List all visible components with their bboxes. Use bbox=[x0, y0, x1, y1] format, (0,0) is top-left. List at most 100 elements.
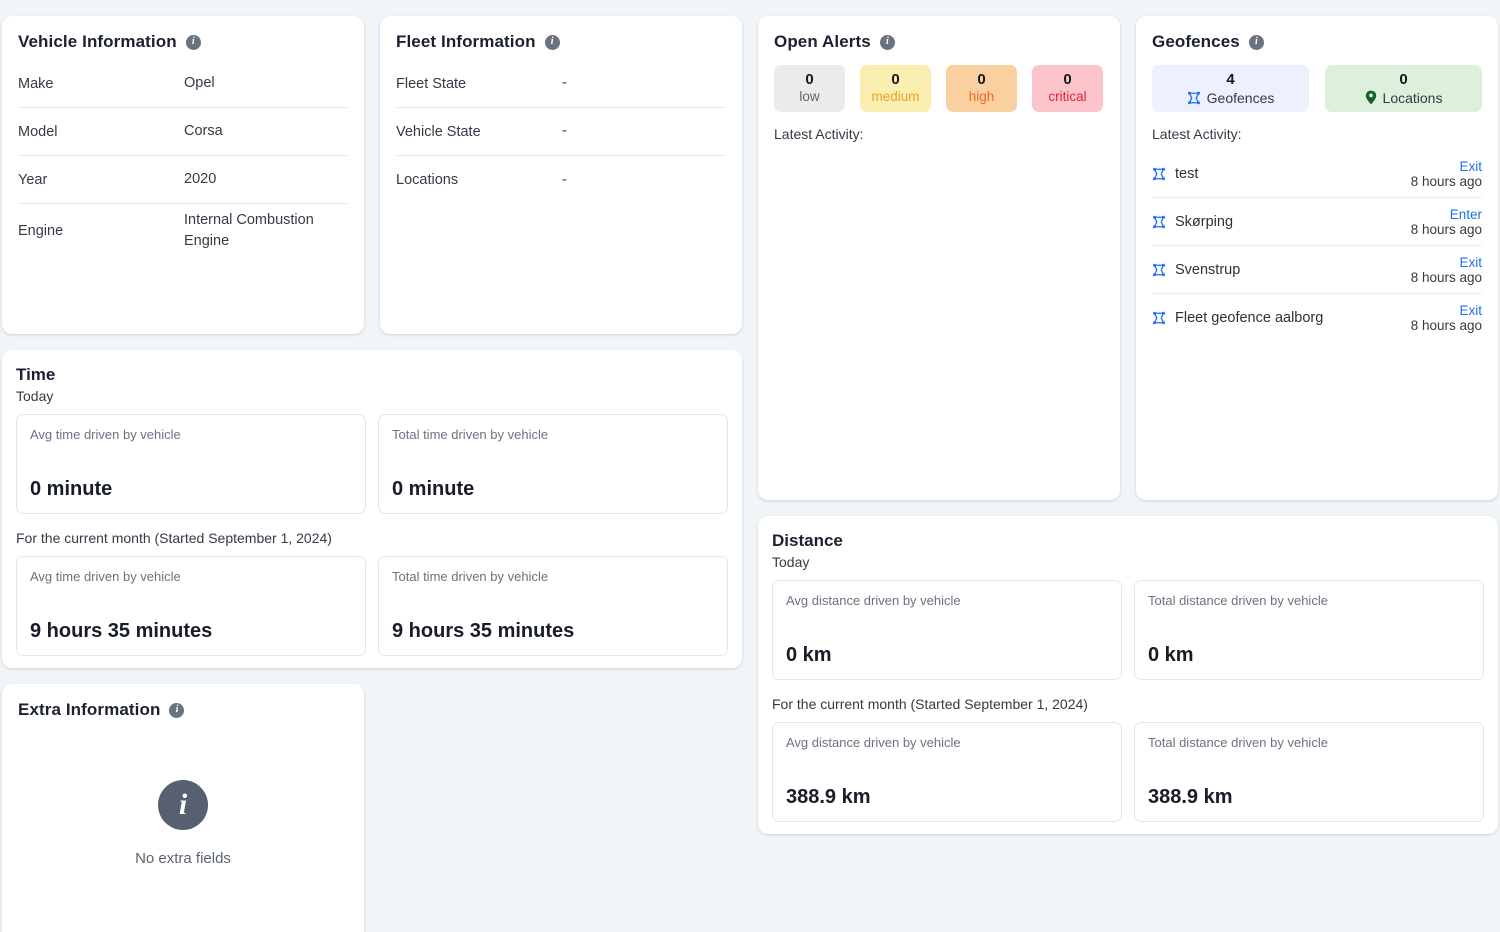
status-badge-critical[interactable]: 0 critical bbox=[1032, 65, 1103, 112]
geofence-timestamp: 8 hours ago bbox=[1410, 269, 1482, 285]
row-label: Year bbox=[18, 171, 48, 188]
stat-label: Total time driven by vehicle bbox=[392, 569, 549, 584]
row-label: Locations bbox=[396, 172, 459, 188]
stat-label: Total distance driven by vehicle bbox=[1148, 593, 1328, 608]
badge-label: high bbox=[968, 88, 995, 104]
geofence-item-name-wrap: test bbox=[1152, 166, 1411, 182]
info-icon[interactable]: i bbox=[879, 34, 895, 50]
stat-label: Avg time driven by vehicle bbox=[30, 427, 181, 442]
locations-tile-label: Locations bbox=[1382, 89, 1443, 106]
geofence-item-meta: Exit 8 hours ago bbox=[1411, 255, 1482, 285]
row-value: Internal Combustion Engine bbox=[184, 212, 314, 249]
geofence-icon bbox=[1152, 263, 1166, 277]
info-icon[interactable]: i bbox=[169, 702, 185, 718]
geofences-count-tile[interactable]: 4 Geofences bbox=[1152, 65, 1309, 112]
open-alerts-latest-activity-label: Latest Activity: bbox=[774, 126, 864, 142]
distance-title: Distance bbox=[772, 531, 843, 550]
stat-avg-distance-month: Avg distance driven by vehicle 388.9 km bbox=[772, 722, 1122, 822]
row-value: - bbox=[562, 75, 567, 91]
stat-total-time-month: Total time driven by vehicle 9 hours 35 … bbox=[378, 556, 728, 656]
badge-count: 0 bbox=[891, 71, 900, 89]
table-row: Vehicle State - bbox=[396, 108, 726, 156]
geofences-title: Geofences bbox=[1152, 32, 1240, 51]
badge-label: low bbox=[799, 88, 820, 104]
open-alerts-header: Open Alerts i bbox=[774, 32, 1104, 52]
list-item[interactable]: Svenstrup Exit 8 hours ago bbox=[1152, 246, 1482, 294]
locations-tile-label-wrap: Locations bbox=[1365, 89, 1443, 106]
row-value: - bbox=[562, 171, 567, 188]
table-row: Engine Internal Combustion Engine bbox=[18, 204, 348, 258]
badge-count: 0 bbox=[805, 71, 814, 89]
row-value: Corsa bbox=[184, 123, 223, 139]
geofence-item-meta: Enter 8 hours ago bbox=[1411, 207, 1482, 237]
geofence-item-meta: Exit 8 hours ago bbox=[1411, 159, 1482, 189]
row-label: Make bbox=[18, 75, 54, 92]
info-icon[interactable]: i bbox=[185, 34, 201, 50]
stat-value: 0 minute bbox=[392, 478, 475, 500]
geofences-card: Geofences i 4 Geofences 0 Locations Late… bbox=[1136, 16, 1498, 500]
map-pin-icon bbox=[1365, 90, 1377, 105]
time-month-stats: Avg time driven by vehicle 9 hours 35 mi… bbox=[16, 556, 728, 656]
stat-label: Avg time driven by vehicle bbox=[30, 569, 181, 584]
locations-count-tile[interactable]: 0 Locations bbox=[1325, 65, 1482, 112]
distance-month-label: For the current month (Started September… bbox=[772, 696, 1088, 712]
list-item[interactable]: Skørping Enter 8 hours ago bbox=[1152, 198, 1482, 246]
page-title: Vehicle Information bbox=[18, 32, 177, 51]
stat-value: 0 km bbox=[1148, 644, 1194, 666]
info-icon[interactable]: i bbox=[1248, 34, 1264, 50]
extra-information-card: Extra Information i i No extra fields bbox=[2, 684, 364, 932]
row-label: Vehicle State bbox=[396, 123, 481, 140]
list-item[interactable]: Fleet geofence aalborg Exit 8 hours ago bbox=[1152, 294, 1482, 342]
info-circle-icon: i bbox=[158, 780, 208, 830]
geofence-action[interactable]: Exit bbox=[1459, 159, 1482, 174]
stat-label: Avg distance driven by vehicle bbox=[786, 735, 961, 750]
status-badge-high[interactable]: 0 high bbox=[946, 65, 1017, 112]
distance-today-label: Today bbox=[772, 554, 810, 570]
geofences-summary-tiles: 4 Geofences 0 Locations bbox=[1152, 65, 1482, 112]
row-label: Fleet State bbox=[396, 75, 467, 92]
time-today-label: Today bbox=[16, 388, 54, 404]
stat-value: 0 km bbox=[786, 644, 832, 666]
geofence-icon bbox=[1187, 91, 1201, 105]
geofence-icon bbox=[1152, 215, 1166, 229]
table-row: Fleet State - bbox=[396, 60, 726, 108]
vehicle-information-header: Vehicle Information i bbox=[18, 32, 348, 52]
stat-label: Avg distance driven by vehicle bbox=[786, 593, 961, 608]
info-icon[interactable]: i bbox=[544, 34, 560, 50]
extra-information-title: Extra Information bbox=[18, 700, 161, 719]
geofence-action[interactable]: Enter bbox=[1450, 207, 1482, 222]
row-label: Model bbox=[18, 123, 58, 140]
stat-value: 9 hours 35 minutes bbox=[392, 620, 575, 642]
stat-value: 388.9 km bbox=[1148, 786, 1233, 808]
stat-total-distance-today: Total distance driven by vehicle 0 km bbox=[1134, 580, 1484, 680]
distance-card: Distance Today Avg distance driven by ve… bbox=[758, 516, 1498, 834]
time-today-stats: Avg time driven by vehicle 0 minute Tota… bbox=[16, 414, 728, 514]
stat-avg-time-today: Avg time driven by vehicle 0 minute bbox=[16, 414, 366, 514]
table-row: Locations - bbox=[396, 156, 726, 204]
badge-count: 0 bbox=[1063, 71, 1072, 89]
extra-information-header: Extra Information i bbox=[18, 700, 348, 720]
fleet-information-title: Fleet Information bbox=[396, 32, 536, 51]
row-label: Engine bbox=[18, 223, 64, 239]
geofence-action[interactable]: Exit bbox=[1459, 303, 1482, 318]
badge-count: 0 bbox=[977, 71, 986, 89]
status-badge-medium[interactable]: 0 medium bbox=[860, 65, 931, 112]
distance-today-stats: Avg distance driven by vehicle 0 km Tota… bbox=[772, 580, 1484, 680]
list-item[interactable]: test Exit 8 hours ago bbox=[1152, 150, 1482, 198]
status-badge-low[interactable]: 0 low bbox=[774, 65, 845, 112]
geofence-item-meta: Exit 8 hours ago bbox=[1411, 303, 1482, 333]
alert-severity-badges: 0 low 0 medium 0 high 0 critical bbox=[774, 65, 1104, 112]
row-value: - bbox=[562, 123, 567, 139]
time-title: Time bbox=[16, 365, 56, 384]
row-value: 2020 bbox=[184, 171, 217, 187]
geofence-timestamp: 8 hours ago bbox=[1410, 318, 1482, 333]
geofence-action[interactable]: Exit bbox=[1459, 255, 1482, 270]
stat-avg-distance-today: Avg distance driven by vehicle 0 km bbox=[772, 580, 1122, 680]
stat-value: 388.9 km bbox=[786, 786, 871, 808]
stat-value: 0 minute bbox=[30, 478, 113, 500]
geofence-timestamp: 8 hours ago bbox=[1410, 173, 1482, 189]
geofences-header: Geofences i bbox=[1152, 32, 1482, 52]
open-alerts-card: Open Alerts i 0 low 0 medium 0 high 0 cr… bbox=[758, 16, 1120, 500]
fleet-information-rows: Fleet State - Vehicle State - Locations … bbox=[396, 60, 726, 204]
empty-state-text: No extra fields bbox=[135, 850, 231, 867]
